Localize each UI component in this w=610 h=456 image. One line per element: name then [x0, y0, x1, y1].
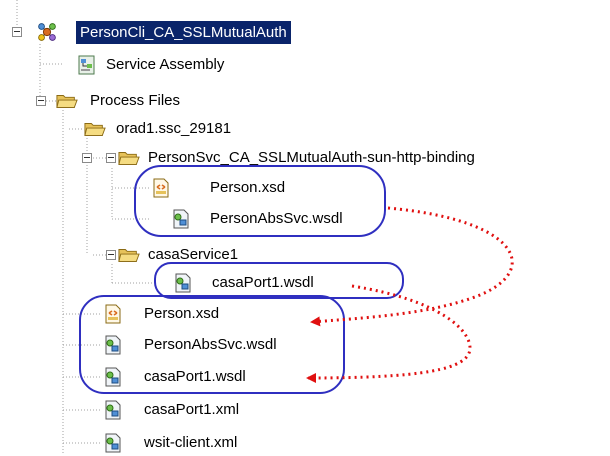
file-label: casaPort1.wsdl [212, 274, 314, 291]
personsvc-folder-label: PersonSvc_CA_SSLMutualAuth-sun-http-bind… [148, 149, 475, 166]
file-label: PersonAbsSvc.wsdl [144, 336, 277, 353]
file-label: PersonAbsSvc.wsdl [210, 210, 343, 227]
tree-node-service-assembly[interactable]: Service Assembly [76, 52, 276, 78]
tree-node-casa-folder[interactable]: casaService1 [118, 242, 318, 268]
file-label: casaPort1.xml [144, 401, 240, 418]
tree-node-orad1[interactable]: orad1.ssc_29181 [84, 116, 284, 142]
orad1-label: orad1.ssc_29181 [116, 120, 232, 137]
folder-open-icon [118, 249, 140, 262]
tree-node-casa-casaport1-wsdl[interactable]: casaPort1.wsdl [156, 270, 356, 296]
folder-open-icon [84, 123, 106, 136]
root-collapse-toggle[interactable] [12, 27, 22, 37]
root-label: PersonCli_CA_SSLMutualAuth [76, 21, 291, 44]
wsdl-file-icon [105, 367, 121, 387]
tree-node-process-person-xsd[interactable]: Person.xsd [102, 301, 302, 327]
project-molecule-icon [38, 23, 56, 41]
xsd-file-icon [153, 178, 169, 198]
wsdl-file-icon [175, 273, 191, 293]
tree-node-process-personabssvc-wsdl[interactable]: PersonAbsSvc.wsdl [102, 332, 342, 358]
wsdl-file-icon [105, 335, 121, 355]
casa-folder-label: casaService1 [148, 246, 239, 263]
tree-node-root[interactable]: PersonCli_CA_SSLMutualAuth [36, 19, 336, 45]
xsd-file-icon [105, 304, 121, 324]
file-label: casaPort1.wsdl [144, 368, 246, 385]
service-assembly-icon [78, 55, 95, 75]
casa-folder-collapse-toggle[interactable] [106, 250, 116, 260]
wsdl-file-icon [173, 209, 189, 229]
tree-node-process-wsit-client-xml[interactable]: wsit-client.xml [102, 430, 302, 456]
tree-node-personsvc-personabssvc-wsdl[interactable]: PersonAbsSvc.wsdl [150, 206, 390, 232]
service-assembly-label: Service Assembly [106, 56, 225, 73]
file-label: Person.xsd [144, 305, 220, 322]
personsvc-folder-collapse-toggle[interactable] [106, 153, 116, 163]
tree-node-process-files[interactable]: Process Files [56, 88, 256, 114]
tree-node-process-casaport1-wsdl[interactable]: casaPort1.wsdl [102, 364, 302, 390]
folder-open-icon [118, 152, 140, 165]
tree-node-personsvc-folder[interactable]: PersonSvc_CA_SSLMutualAuth-sun-http-bind… [118, 145, 598, 171]
tree-node-process-casaport1-xml[interactable]: casaPort1.xml [102, 397, 302, 423]
file-label: wsit-client.xml [144, 434, 238, 451]
tree-node-personsvc-person-xsd[interactable]: Person.xsd [150, 175, 350, 201]
project-tree: PersonCli_CA_SSLMutualAuth Service Assem… [0, 0, 610, 456]
xml-file-icon [105, 400, 121, 420]
folder-open-icon [56, 95, 78, 108]
xml-file-icon [105, 433, 121, 453]
process-files-label: Process Files [90, 92, 181, 109]
orad1-collapse-toggle[interactable] [82, 153, 92, 163]
process-files-collapse-toggle[interactable] [36, 96, 46, 106]
file-label: Person.xsd [210, 179, 286, 196]
